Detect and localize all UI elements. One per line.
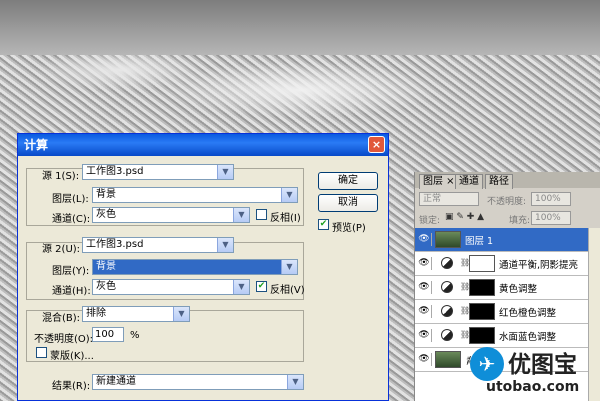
layer-opacity-input[interactable]: 100% bbox=[531, 192, 571, 206]
chevron-down-icon: ▼ bbox=[217, 238, 233, 252]
source2-label: 源 2(U): bbox=[42, 244, 81, 255]
result-select[interactable]: 新建通道 ▼ bbox=[92, 374, 304, 390]
preview-label: 预览(P) bbox=[332, 223, 366, 234]
mask-checkbox[interactable] bbox=[36, 347, 47, 358]
source1-layer-label: 图层(L): bbox=[52, 194, 89, 205]
mask-thumbnail bbox=[469, 255, 495, 272]
close-icon[interactable]: × bbox=[368, 136, 385, 153]
chevron-down-icon: ▼ bbox=[233, 208, 249, 222]
chevron-down-icon: ▼ bbox=[217, 165, 233, 179]
watermark-cn: 优图宝 bbox=[508, 352, 577, 378]
source2-layer-select[interactable]: 背景 ▼ bbox=[92, 259, 298, 275]
layer-thumbnail bbox=[435, 351, 461, 368]
adjustment-icon bbox=[441, 305, 453, 317]
tab-channels[interactable]: 通道 bbox=[455, 174, 483, 189]
opacity-input[interactable]: 100 bbox=[92, 327, 124, 342]
eye-icon[interactable]: 👁 bbox=[417, 281, 432, 294]
watermark-logo: ✈ 优图宝 utobao.com bbox=[470, 345, 600, 401]
layer-name: 通道平衡,阴影提亮 bbox=[499, 260, 579, 271]
layer-row[interactable]: 👁 ⛓ 黄色调整 bbox=[415, 276, 589, 300]
tab-layers[interactable]: 图层 × bbox=[419, 174, 459, 189]
blend-mode-value: 排除 bbox=[86, 308, 106, 319]
source2-channel-select[interactable]: 灰色 ▼ bbox=[92, 279, 250, 295]
calculations-dialog: 计算 × 源 1(S): 工作图3.psd ▼ 图层(L): 背景 ▼ 通道(C… bbox=[17, 133, 389, 401]
dialog-title-bar[interactable]: 计算 × bbox=[18, 134, 388, 156]
source2-file-value: 工作图3.psd bbox=[86, 239, 144, 250]
cancel-button[interactable]: 取消 bbox=[318, 194, 378, 212]
layer-name: 图层 1 bbox=[465, 236, 494, 247]
layer-name: 黄色调整 bbox=[499, 284, 538, 295]
blend-label: 混合(B): bbox=[42, 313, 81, 324]
chevron-down-icon: ▼ bbox=[233, 280, 249, 294]
source1-file-select[interactable]: 工作图3.psd ▼ bbox=[82, 164, 234, 180]
result-value: 新建通道 bbox=[96, 376, 136, 387]
layer-opacity-label: 不透明度: bbox=[487, 197, 527, 207]
opacity-percent: % bbox=[130, 330, 140, 341]
result-label: 结果(R): bbox=[52, 381, 91, 392]
eye-icon[interactable]: 👁 bbox=[417, 233, 432, 246]
chevron-down-icon: ▼ bbox=[281, 260, 297, 274]
source1-invert-checkbox[interactable] bbox=[256, 209, 267, 220]
adjustment-icon bbox=[441, 329, 453, 341]
layer-name: 水面蓝色调整 bbox=[499, 332, 557, 343]
dialog-title: 计算 bbox=[24, 138, 49, 152]
bird-icon: ✈ bbox=[470, 347, 504, 381]
mask-label: 蒙版(K)... bbox=[50, 351, 94, 362]
ok-button[interactable]: 确定 bbox=[318, 172, 378, 190]
fill-input[interactable]: 100% bbox=[531, 211, 571, 225]
mask-thumbnail bbox=[469, 279, 495, 296]
layer-row[interactable]: 👁 ⛓ 通道平衡,阴影提亮 bbox=[415, 252, 589, 276]
source1-label: 源 1(S): bbox=[42, 171, 80, 182]
mask-thumbnail bbox=[469, 327, 495, 344]
opacity-label: 不透明度(O): bbox=[34, 334, 94, 345]
chevron-down-icon: ▼ bbox=[281, 188, 297, 202]
source1-layer-select[interactable]: 背景 ▼ bbox=[92, 187, 298, 203]
layer-blend-mode-select[interactable]: 正常 bbox=[419, 192, 479, 206]
blend-mode-select[interactable]: 排除 ▼ bbox=[82, 306, 190, 322]
source2-layer-label: 图层(Y): bbox=[52, 266, 90, 277]
eye-icon[interactable]: 👁 bbox=[417, 329, 432, 342]
source1-layer-value: 背景 bbox=[96, 189, 116, 200]
source2-invert-checkbox[interactable]: ✔ bbox=[256, 281, 267, 292]
source1-invert-label: 反相(I) bbox=[270, 213, 301, 224]
preview-checkbox[interactable]: ✔ bbox=[318, 219, 329, 230]
chevron-down-icon: ▼ bbox=[287, 375, 303, 389]
source2-channel-value: 灰色 bbox=[96, 281, 116, 292]
eye-icon[interactable]: 👁 bbox=[417, 257, 432, 270]
lock-icons[interactable]: ▣ ✎ ✚ ▲ bbox=[445, 212, 484, 222]
source1-channel-label: 通道(C): bbox=[52, 214, 91, 225]
mask-thumbnail bbox=[469, 303, 495, 320]
watermark-en: utobao.com bbox=[486, 379, 580, 395]
chevron-down-icon: ▼ bbox=[173, 307, 189, 321]
source2-channel-label: 通道(H): bbox=[52, 286, 91, 297]
layer-row[interactable]: 👁 ⛓ 红色橙色调整 bbox=[415, 300, 589, 324]
adjustment-icon bbox=[441, 281, 453, 293]
layer-row[interactable]: 👁 图层 1 bbox=[415, 228, 589, 252]
source1-file-value: 工作图3.psd bbox=[86, 166, 144, 177]
layer-thumbnail bbox=[435, 231, 461, 248]
panel-tabs: 图层 × 通道 路径 bbox=[415, 172, 600, 189]
adjustment-icon bbox=[441, 257, 453, 269]
lock-label: 锁定: bbox=[419, 216, 441, 226]
source2-layer-value: 背景 bbox=[96, 261, 116, 272]
source2-file-select[interactable]: 工作图3.psd ▼ bbox=[82, 237, 234, 253]
source2-invert-label: 反相(V) bbox=[270, 285, 305, 296]
eye-icon[interactable]: 👁 bbox=[417, 305, 432, 318]
tab-paths[interactable]: 路径 bbox=[485, 174, 513, 189]
source1-channel-select[interactable]: 灰色 ▼ bbox=[92, 207, 250, 223]
photo-sky bbox=[0, 0, 600, 55]
layer-name: 红色橙色调整 bbox=[499, 308, 557, 319]
fill-label: 填充: bbox=[509, 216, 531, 226]
source1-channel-value: 灰色 bbox=[96, 209, 116, 220]
eye-icon[interactable]: 👁 bbox=[417, 353, 432, 366]
